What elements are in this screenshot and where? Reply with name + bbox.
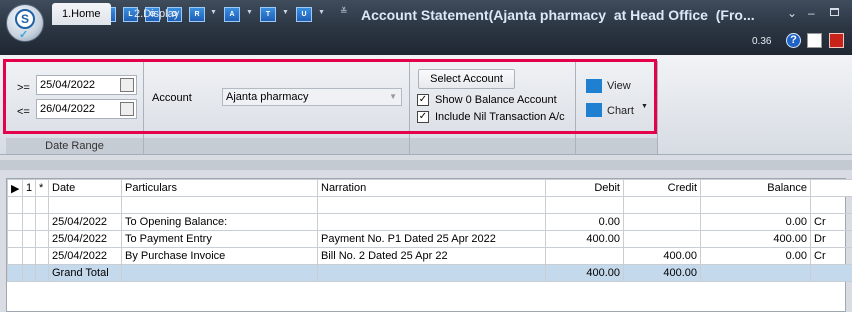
cell-credit [623,230,701,248]
app-logo[interactable]: S ✓ [6,4,44,42]
cell-balance: 400.00 [700,230,811,248]
grand-total-label: Grand Total [48,264,122,282]
ribbon-menu-icon[interactable]: ⌄ [787,6,797,20]
account-group [144,61,410,154]
to-date-input[interactable]: 26/04/2022 [36,99,137,119]
logo-check-mark: ✓ [19,29,29,41]
column-header[interactable]: * [35,179,49,197]
chart-dropdown-icon[interactable]: ▼ [641,103,648,110]
cell-particulars: To Payment Entry [121,230,318,248]
column-header-particulars[interactable]: Particulars [121,179,318,197]
cell-narration [317,213,546,231]
calendar-icon[interactable] [120,78,134,92]
version-label: 0.36 [752,36,772,47]
grand-total-row[interactable]: Grand Total 400.00 400.00 [7,264,852,282]
customize-toolbar-icon[interactable]: ≚ [340,6,348,17]
quick-access-t-dropdown-icon[interactable]: ▼ [282,9,289,16]
cell-debit: 0.00 [545,213,624,231]
cell-particulars: To Opening Balance: [121,213,318,231]
cell-balance: 0.00 [700,247,811,265]
restore-icon[interactable] [830,8,839,16]
account-select-value: Ajanta pharmacy [226,91,309,103]
to-date-label: <= [17,106,30,118]
column-header-balance[interactable]: Balance [700,179,811,197]
column-header-narration[interactable]: Narration [317,179,546,197]
calendar-icon[interactable] [120,102,134,116]
show-zero-balance-checkbox[interactable]: ✓ [417,94,429,106]
minimize-icon[interactable]: – [808,6,815,20]
cell-narration: Payment No. P1 Dated 25 Apr 2022 [317,230,546,248]
quick-access-t-button[interactable]: T [260,7,276,22]
select-account-button[interactable]: Select Account [418,69,515,89]
cell-date: 25/04/2022 [48,230,122,248]
to-date-value: 26/04/2022 [40,103,96,115]
include-nil-transaction-checkbox[interactable]: ✓ [417,111,429,123]
from-date-input[interactable]: 25/04/2022 [36,75,137,95]
tab-display[interactable]: 2.Display [124,3,189,25]
column-header-debit[interactable]: Debit [545,179,624,197]
account-group-caption [144,138,409,154]
column-header[interactable] [810,179,852,197]
column-header-credit[interactable]: Credit [623,179,701,197]
document-icon[interactable] [807,33,822,48]
row-selector-icon[interactable]: ▶ [7,179,23,197]
quick-access-u-dropdown-icon[interactable]: ▼ [318,9,325,16]
filter-row[interactable] [7,196,852,214]
from-date-label: >= [17,82,30,94]
table-row[interactable]: 25/04/2022 To Opening Balance: 0.00 0.00… [7,213,852,231]
column-header-date[interactable]: Date [48,179,122,197]
table-header-row: ▶ 1 * Date Particulars Narration Debit C… [7,179,852,197]
show-zero-balance-label: Show 0 Balance Account [435,94,557,106]
view-button[interactable]: View [607,80,631,92]
grand-total-debit: 400.00 [545,264,624,282]
cell-particulars: By Purchase Invoice [121,247,318,265]
chart-button[interactable]: Chart [607,105,634,117]
chevron-down-icon: ▼ [389,92,397,101]
options-group-caption [410,138,575,154]
quick-access-a-dropdown-icon[interactable]: ▼ [246,9,253,16]
cell-date: 25/04/2022 [48,247,122,265]
cell-date: 25/04/2022 [48,213,122,231]
quick-access-u-button[interactable]: U [296,7,312,22]
view-icon[interactable] [586,79,602,93]
account-select[interactable]: Ajanta pharmacy ▼ [222,88,402,106]
cell-debit [545,247,624,265]
actions-group-caption [576,138,657,154]
quick-access-a-button[interactable]: A [224,7,240,22]
quick-access-r-dropdown-icon[interactable]: ▼ [210,9,217,16]
quick-access-r-button[interactable]: R [189,7,205,22]
date-range-caption: Date Range [6,138,143,154]
chart-icon[interactable] [586,103,602,117]
help-icon[interactable]: ? [786,33,801,48]
cell-credit: 400.00 [623,247,701,265]
cell-drcr: Cr [810,247,852,265]
cell-debit: 400.00 [545,230,624,248]
ribbon-tab-bar [0,30,852,55]
tab-home[interactable]: 1.Home [52,3,111,25]
window-title: Account Statement(Ajanta pharmacy at Hea… [361,7,755,23]
logo-letter: S [15,9,35,29]
include-nil-transaction-label: Include Nil Transaction A/c [435,111,565,123]
grand-total-credit: 400.00 [623,264,701,282]
table-row[interactable]: 25/04/2022 By Purchase Invoice Bill No. … [7,247,852,265]
panel-separator [0,160,852,170]
exit-icon[interactable] [829,33,844,48]
statement-table: ▶ 1 * Date Particulars Narration Debit C… [7,179,852,282]
cell-drcr: Dr [810,230,852,248]
cell-balance: 0.00 [700,213,811,231]
statement-grid: ▶ 1 * Date Particulars Narration Debit C… [6,178,852,312]
cell-drcr: Cr [810,213,852,231]
column-header[interactable]: 1 [22,179,36,197]
cell-credit [623,213,701,231]
from-date-value: 25/04/2022 [40,79,96,91]
table-row[interactable]: 25/04/2022 To Payment Entry Payment No. … [7,230,852,248]
cell-narration: Bill No. 2 Dated 25 Apr 22 [317,247,546,265]
account-label: Account [152,92,192,104]
